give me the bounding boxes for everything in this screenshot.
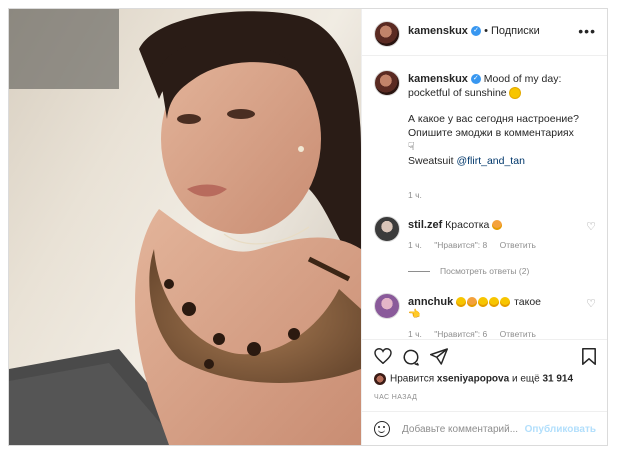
comment-time[interactable]: 1 ч. — [408, 240, 422, 250]
commenter-avatar[interactable] — [374, 216, 400, 242]
likes-summary[interactable]: Нравится xseniyapopova и ещё 31 914 — [374, 373, 573, 385]
caption: kamenskux ✓ Mood of my day: pocketful of… — [408, 72, 598, 168]
post-sidebar: kamenskux ✓ • Подписки ••• kamenskux ✓ M… — [361, 9, 607, 445]
smiling-emoji-icon — [478, 297, 489, 308]
author-username[interactable]: kamenskux — [408, 25, 468, 37]
liker-username[interactable]: xseniyapopova — [437, 374, 509, 385]
comment-like-icon[interactable]: ♡ — [586, 220, 596, 233]
comment-meta: 1 ч. "Нравится": 8 Ответить — [408, 240, 546, 250]
photo-illustration — [9, 9, 361, 445]
heart-icon[interactable] — [374, 348, 392, 364]
reply-button[interactable]: Ответить — [500, 329, 536, 338]
author-line: kamenskux ✓ • Подписки — [408, 25, 540, 37]
brand-mention-link[interactable]: @flirt_and_tan — [456, 155, 524, 167]
liker-avatar — [374, 373, 386, 385]
likes-count[interactable]: 31 914 — [542, 374, 573, 385]
caption-time[interactable]: 1 ч. — [408, 190, 422, 200]
comment-body: stil.zef Красотка — [408, 219, 503, 231]
dot-separator: • — [484, 25, 491, 37]
comment-icon[interactable] — [402, 348, 420, 366]
caption-avatar[interactable] — [374, 70, 400, 96]
comment-text: такое — [514, 296, 541, 308]
comment-time[interactable]: 1 ч. — [408, 329, 422, 338]
commenter-username[interactable]: stil.zef — [408, 219, 442, 231]
post-dialog: kamenskux ✓ • Подписки ••• kamenskux ✓ M… — [8, 8, 608, 446]
following-button[interactable]: Подписки — [491, 25, 540, 37]
sun-emoji-icon — [509, 88, 520, 99]
commenter-username[interactable]: annchuk — [408, 296, 453, 308]
heart-eyes-emoji-icon — [492, 220, 503, 231]
view-replies-button[interactable]: Посмотреть ответы (2) — [408, 266, 529, 276]
publish-button[interactable]: Опубликовать — [525, 424, 596, 435]
comment-likes[interactable]: "Нравится": 6 — [434, 329, 487, 338]
likes-prefix: Нравится — [390, 373, 437, 385]
emoji-icon[interactable] — [374, 421, 390, 437]
commenter-avatar[interactable] — [374, 293, 400, 319]
smirk-emoji-icon — [500, 297, 511, 308]
caption-line4: Опишите эмоджи в комментариях — [408, 127, 574, 139]
verified-icon: ✓ — [471, 26, 481, 37]
caption-line5-prefix: Sweatsuit — [408, 155, 457, 167]
caption-line1: Mood of my day: — [483, 73, 562, 85]
reply-button[interactable]: Ответить — [500, 240, 536, 250]
share-icon[interactable] — [430, 348, 448, 365]
post-header: kamenskux ✓ • Подписки ••• — [362, 9, 607, 56]
author-avatar[interactable] — [374, 21, 400, 47]
add-comment-bar: Добавьте комментарий... Опубликовать — [362, 411, 607, 445]
comment-meta: 1 ч. "Нравится": 6 Ответить — [408, 329, 546, 338]
heart-eyes-emoji-icon — [467, 297, 478, 308]
hand-emoji-icon: 👈 — [408, 309, 421, 320]
caption-line3: А какое у вас сегодня настроение? — [408, 113, 579, 125]
likes-middle: и ещё — [509, 373, 543, 385]
grinning-emoji-icon — [489, 297, 500, 308]
comments-area[interactable]: kamenskux ✓ Mood of my day: pocketful of… — [362, 56, 607, 338]
post-timestamp[interactable]: ЧАС НАЗАД — [374, 394, 417, 401]
caption-username[interactable]: kamenskux — [408, 73, 468, 85]
comment-text: Красотка — [445, 219, 490, 231]
comment-likes[interactable]: "Нравится": 8 — [434, 240, 487, 250]
comment-input[interactable]: Добавьте комментарий... — [402, 424, 518, 435]
caption-line2: pocketful of sunshine — [408, 87, 507, 99]
laughing-emoji-icon — [456, 297, 467, 308]
bookmark-icon[interactable] — [582, 348, 596, 365]
pointing-down-icon: ☟ — [408, 141, 415, 153]
comment-body: annchuk такое — [408, 296, 541, 308]
post-actions — [362, 339, 607, 370]
verified-icon: ✓ — [470, 74, 481, 85]
comment-like-icon[interactable]: ♡ — [586, 297, 596, 310]
more-icon[interactable]: ••• — [578, 23, 596, 39]
post-photo[interactable] — [9, 9, 361, 445]
